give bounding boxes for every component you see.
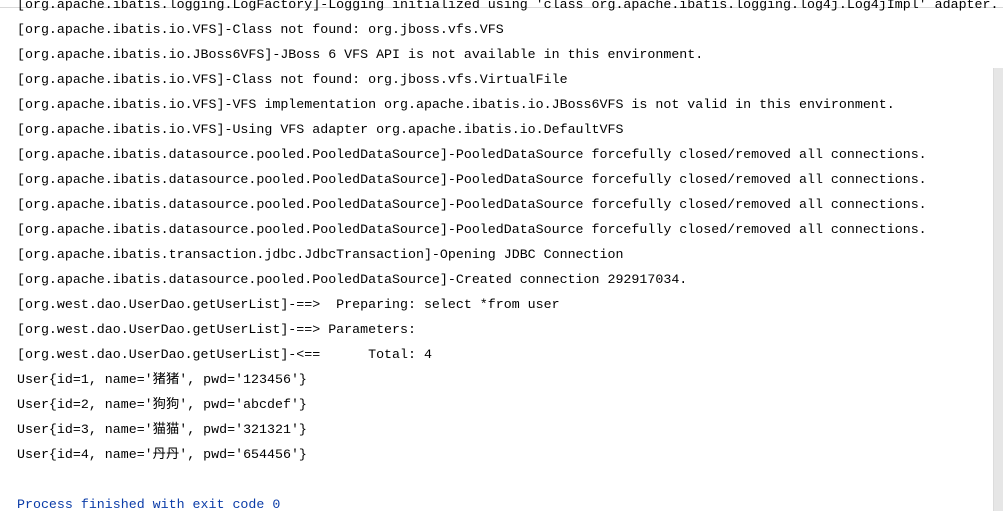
log-line: [org.apache.ibatis.transaction.jdbc.Jdbc… (17, 247, 624, 262)
console-output[interactable]: [org.apache.ibatis.logging.LogFactory]-L… (17, 0, 999, 517)
log-line: [org.apache.ibatis.datasource.pooled.Poo… (17, 272, 688, 287)
log-line: [org.apache.ibatis.datasource.pooled.Poo… (17, 147, 927, 162)
log-line: [org.apache.ibatis.io.VFS]-Class not fou… (17, 72, 568, 87)
output-line: User{id=3, name='猫猫', pwd='321321'} (17, 422, 307, 437)
log-line: [org.apache.ibatis.io.VFS]-Using VFS ada… (17, 122, 624, 137)
log-line: [org.apache.ibatis.datasource.pooled.Poo… (17, 222, 927, 237)
exit-message: Process finished with exit code 0 (17, 497, 281, 512)
log-line: [org.apache.ibatis.io.VFS]-Class not fou… (17, 22, 504, 37)
log-line: [org.west.dao.UserDao.getUserList]-==> P… (17, 322, 424, 337)
log-line: [org.west.dao.UserDao.getUserList]-==> P… (17, 297, 560, 312)
scrollbar-thumb[interactable] (993, 68, 1003, 511)
output-line: User{id=2, name='狗狗', pwd='abcdef'} (17, 397, 307, 412)
vertical-scrollbar[interactable] (993, 0, 1003, 511)
output-line: User{id=1, name='猪猪', pwd='123456'} (17, 372, 307, 387)
log-line: [org.apache.ibatis.datasource.pooled.Poo… (17, 197, 927, 212)
log-line: [org.apache.ibatis.datasource.pooled.Poo… (17, 172, 927, 187)
log-line: [org.apache.ibatis.io.VFS]-VFS implement… (17, 97, 895, 112)
log-line: [org.apache.ibatis.io.JBoss6VFS]-JBoss 6… (17, 47, 704, 62)
log-line: [org.west.dao.UserDao.getUserList]-<== T… (17, 347, 432, 362)
output-line: User{id=4, name='丹丹', pwd='654456'} (17, 447, 307, 462)
log-line: [org.apache.ibatis.logging.LogFactory]-L… (17, 0, 999, 12)
